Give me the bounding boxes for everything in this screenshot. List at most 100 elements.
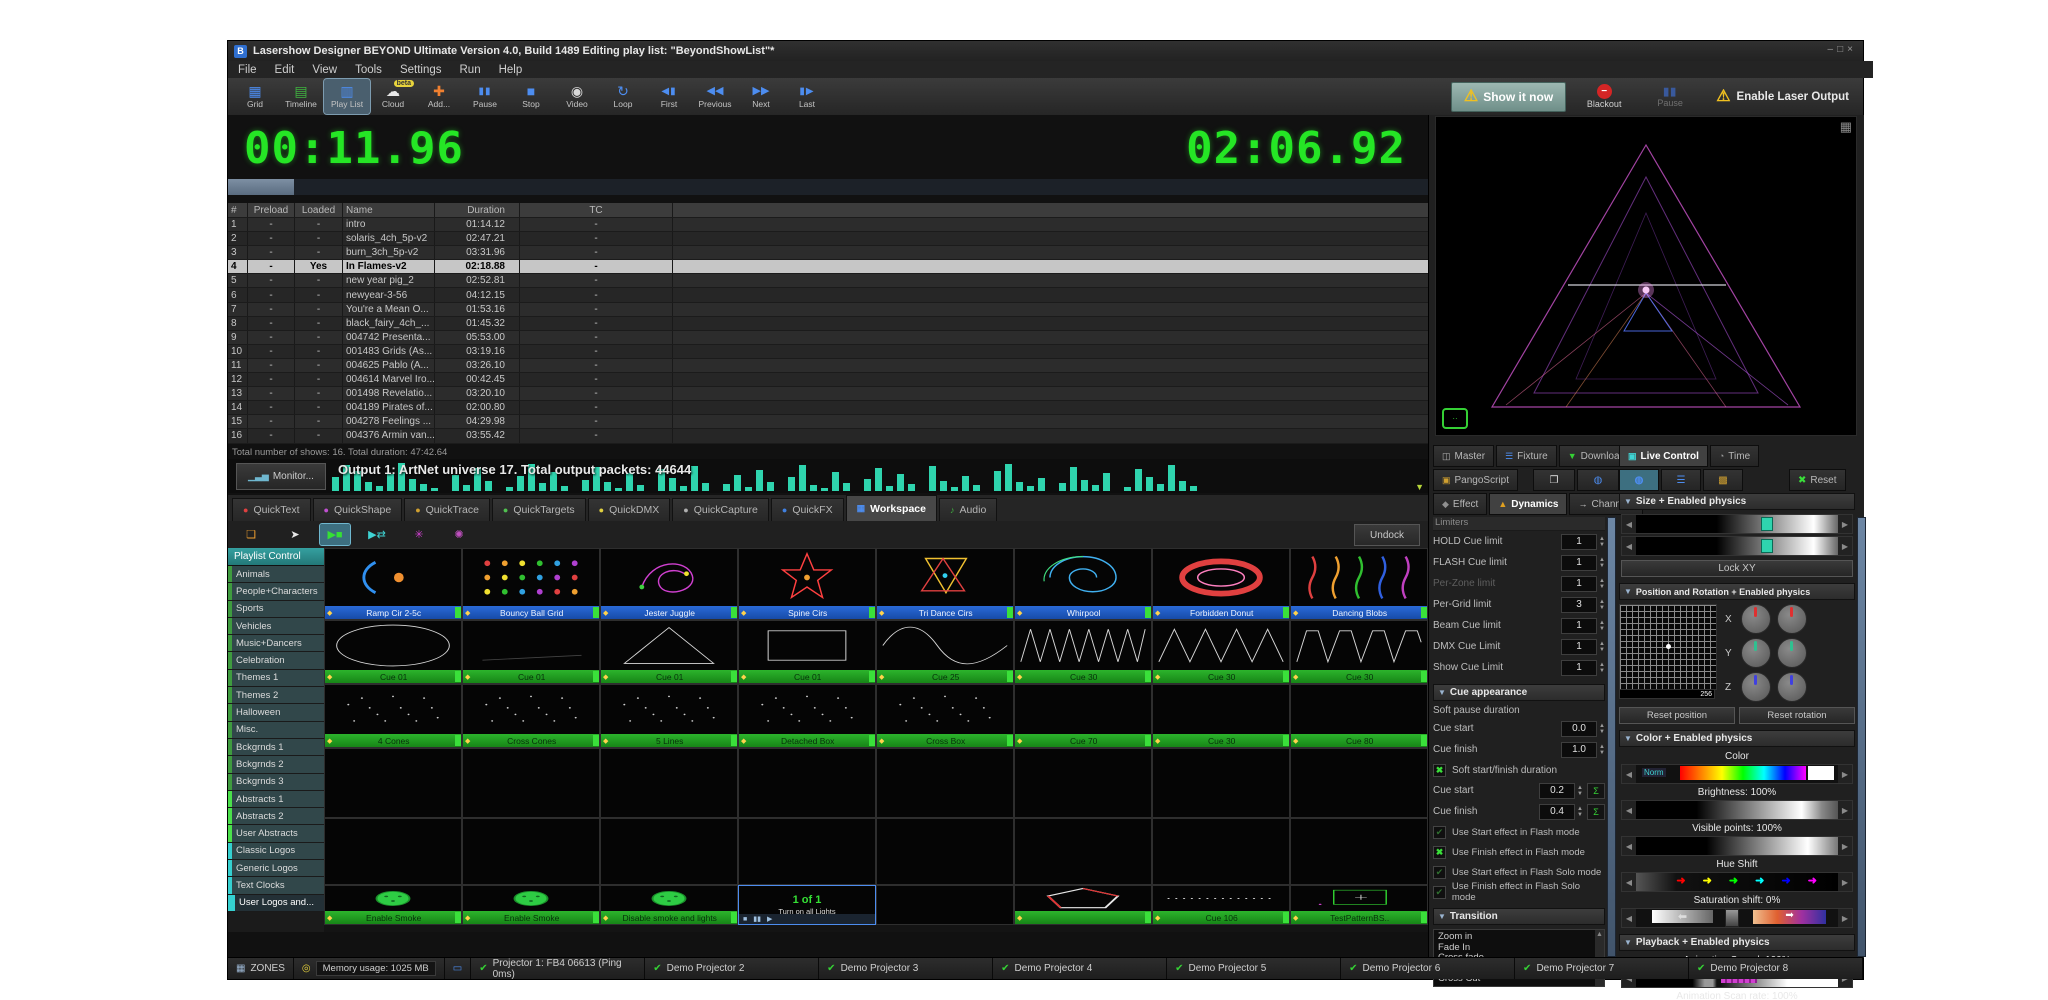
cue-cell[interactable]: ◆Enable Smoke (462, 885, 600, 925)
toolbar-button-first[interactable]: ◀▮First (646, 79, 692, 114)
checkbox[interactable]: ✔ (1433, 826, 1446, 839)
cue-label-bar[interactable]: ◆5 Lines (601, 734, 737, 747)
sidebar-item-bckgrnds-2[interactable]: Bckgrnds 2 (228, 756, 324, 773)
cue-cell[interactable]: ◆Dancing Blobs (1290, 548, 1428, 620)
sidebar-item-abstracts-2[interactable]: Abstracts 2 (228, 808, 324, 825)
spinner-arrows[interactable]: ▲▼ (1599, 723, 1605, 735)
toolbar-button-cloud[interactable]: ☁Cloudbeta (370, 79, 416, 114)
cue-cell[interactable]: ◆TestPatternBS.. (1290, 885, 1428, 925)
spinner[interactable]: 1.0▲▼ (1561, 742, 1605, 758)
slider-right-arrow[interactable]: ▶ (1838, 837, 1852, 855)
playlist-row[interactable]: 9--004742 Presenta...05:53.00- (228, 331, 1428, 345)
projector-status[interactable]: ✔Demo Projector 6 (1341, 958, 1514, 979)
playlist-row[interactable]: 16--004376 Armin van...03:55.42- (228, 429, 1428, 443)
tab-workspace[interactable]: ▦Workspace (846, 495, 937, 521)
sidebar-item-bckgrnds-3[interactable]: Bckgrnds 3 (228, 774, 324, 791)
spinner[interactable]: 1▲▼ (1561, 639, 1605, 655)
blackout-button[interactable]: − Blackout (1576, 81, 1632, 113)
spinner[interactable]: 0.0▲▼ (1561, 721, 1605, 737)
cue-cell[interactable] (876, 748, 1014, 818)
sidebar-item-user-logos-and-[interactable]: User Logos and... (228, 895, 324, 912)
toolbar-button-pause[interactable]: ▮▮Pause (462, 79, 508, 114)
flash-check-row[interactable]: ✔Use Start effect in Flash Solo mode (1433, 862, 1605, 882)
cue-cell[interactable]: ◆Cue 01 (738, 620, 876, 684)
cue-label-bar[interactable]: ◆Cue 01 (601, 670, 737, 683)
knob-x[interactable] (1777, 604, 1807, 634)
playlist-progress-bar[interactable] (228, 179, 1428, 195)
folder-icon[interactable]: ❏ (236, 524, 266, 545)
tab-quicktext[interactable]: ●QuickText (232, 498, 311, 521)
spin-down-icon[interactable]: ▼ (1599, 729, 1605, 735)
slider-track[interactable] (1636, 537, 1838, 555)
cue-cell[interactable]: ◆Whirpool (1014, 548, 1152, 620)
column-header-Preload[interactable]: Preload (248, 203, 295, 217)
sidebar-item-classic-logos[interactable]: Classic Logos (228, 843, 324, 860)
playlist-row[interactable]: 8--black_fairy_4ch_...01:45.32- (228, 317, 1428, 331)
slider-right-arrow[interactable]: ▶ (1838, 801, 1852, 819)
sidebar-item-themes-1[interactable]: Themes 1 (228, 670, 324, 687)
playlist-row[interactable]: 10--001483 Grids (As...03:19.16- (228, 345, 1428, 359)
spinner-arrows[interactable]: ▲▼ (1599, 641, 1605, 653)
sidebar-item-animals[interactable]: Animals (228, 566, 324, 583)
stop-icon[interactable]: ■ (743, 916, 747, 923)
transition-header[interactable]: ▼Transition (1433, 908, 1605, 925)
slider-track[interactable] (1636, 837, 1838, 855)
sidebar-item-people-characters[interactable]: People+Characters (228, 583, 324, 600)
cue-cell[interactable] (738, 818, 876, 885)
hue-shift-slider[interactable]: ◀➜➜➜➜➜➜▶ (1621, 872, 1853, 892)
collapse-arrow-icon[interactable]: ▼ (1415, 482, 1424, 492)
window-controls[interactable]: –□× (1828, 44, 1857, 55)
projector-status[interactable]: ✔Demo Projector 8 (1689, 958, 1862, 979)
cue-cell[interactable] (1152, 748, 1290, 818)
flash-check-row[interactable]: ✔Use Start effect in Flash mode (1433, 822, 1605, 842)
spin-down-icon[interactable]: ▼ (1599, 605, 1605, 611)
slider-track[interactable]: Norm (1636, 765, 1838, 783)
column-header-TC[interactable]: TC (520, 203, 673, 217)
cue-label-bar[interactable]: ◆Cue 30 (1153, 670, 1289, 683)
projector-status[interactable]: ✔Demo Projector 4 (993, 958, 1166, 979)
toolbar-button-playlist[interactable]: ▥Play List (324, 79, 370, 114)
cue-cell[interactable]: ◆Tri Dance Cirs (876, 548, 1014, 620)
cue-cell[interactable] (600, 748, 738, 818)
cue-cell[interactable] (324, 748, 462, 818)
spinner-arrows[interactable]: ▲▼ (1599, 557, 1605, 569)
playlist-row[interactable]: 13--001498 Revelatio...03:20.10- (228, 387, 1428, 401)
size-x-slider[interactable]: ◀▶ (1621, 514, 1853, 534)
slider-right-arrow[interactable]: ▶ (1838, 909, 1852, 927)
cue-cell[interactable]: ◆Cue 30 (1290, 620, 1428, 684)
reset-position-button[interactable]: Reset position (1619, 707, 1735, 724)
cue-cell[interactable] (1290, 748, 1428, 818)
dynamics-scrollbar[interactable] (1607, 517, 1616, 957)
cue-cell[interactable]: ◆Bouncy Ball Grid (462, 548, 600, 620)
cue-label-bar[interactable]: ◆Cue 01 (463, 670, 599, 683)
toolbar-button-stop[interactable]: ■Stop (508, 79, 554, 114)
playlist-row[interactable]: 11--004625 Pablo (A...03:26.10- (228, 359, 1428, 373)
sidebar-item-sports[interactable]: Sports (228, 601, 324, 618)
close-button[interactable]: × (1847, 44, 1857, 55)
live-control-scrollbar[interactable] (1857, 517, 1866, 957)
checkbox[interactable]: ✔ (1433, 866, 1446, 879)
sidebar-item-themes-2[interactable]: Themes 2 (228, 687, 324, 704)
spin-down-icon[interactable]: ▼ (1599, 647, 1605, 653)
tab-quicktrace[interactable]: ●QuickTrace (404, 498, 490, 521)
cue-label-bar[interactable]: ◆Cue 30 (1153, 734, 1289, 747)
cue-cell[interactable]: ◆Jester Juggle (600, 548, 738, 620)
knob-y[interactable] (1777, 638, 1807, 668)
cue-cell[interactable] (600, 818, 738, 885)
slider-left-arrow[interactable]: ◀ (1622, 765, 1636, 783)
cue-cell[interactable]: ◆Cue 01 (324, 620, 462, 684)
cue-cell[interactable] (1014, 748, 1152, 818)
spin-down-icon[interactable]: ▼ (1599, 626, 1605, 632)
projector-status[interactable]: ✔Demo Projector 5 (1167, 958, 1340, 979)
knob-x[interactable] (1741, 604, 1771, 634)
tab-quickfx[interactable]: ●QuickFX (771, 498, 844, 521)
menu-settings[interactable]: Settings (400, 64, 442, 76)
playlist-row[interactable]: 2--solaris_4ch_5p-v202:47.21- (228, 232, 1428, 246)
enable-laser-output-button[interactable]: ⚠ Enable Laser Output (1708, 82, 1857, 112)
cue-cell[interactable]: ◆Ramp Cir 2-5c (324, 548, 462, 620)
projector-status[interactable]: ✔Demo Projector 2 (645, 958, 818, 979)
effect-icon-button[interactable]: Σ (1587, 783, 1605, 799)
laser-preview-canvas[interactable]: ▦ ·· (1435, 116, 1857, 436)
toolbar-button-loop[interactable]: ↻Loop (600, 79, 646, 114)
sidebar-item-vehicles[interactable]: Vehicles (228, 618, 324, 635)
